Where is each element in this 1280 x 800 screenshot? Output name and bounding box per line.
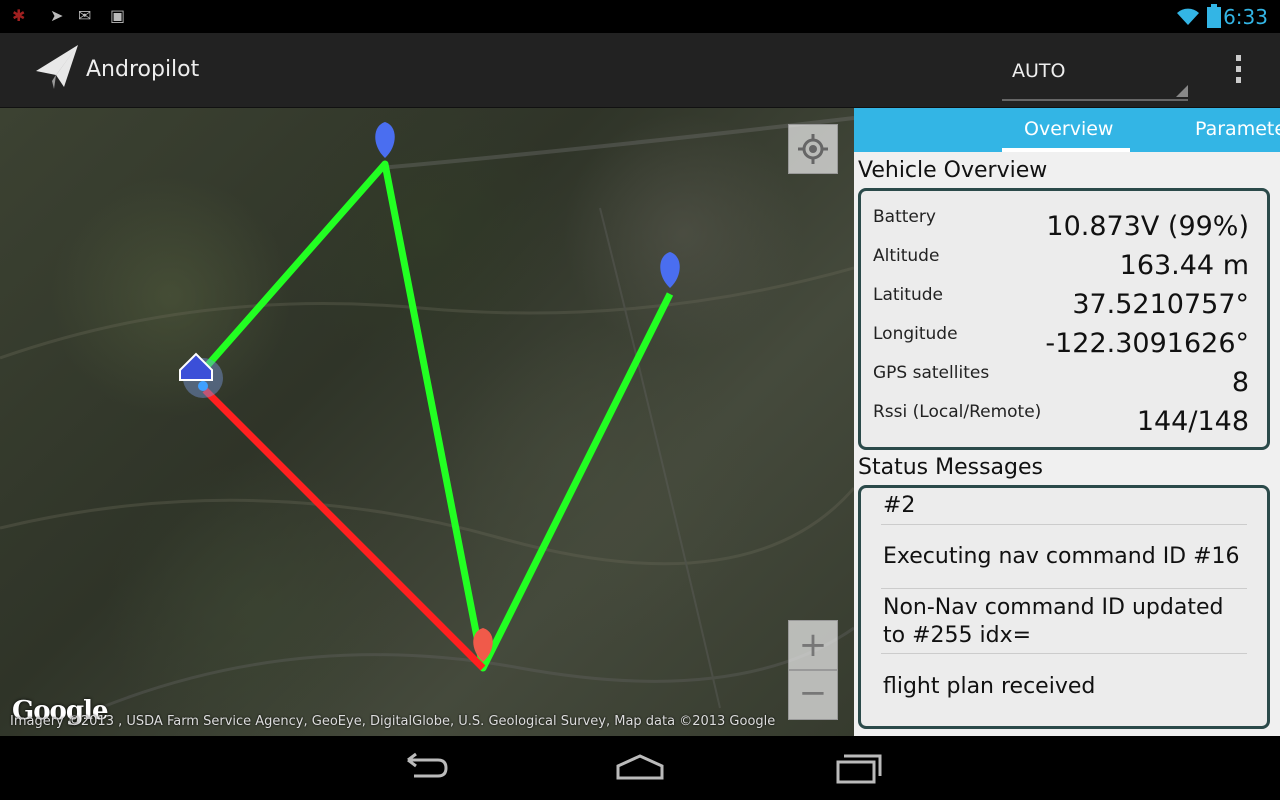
status-messages-list[interactable]: #2 Executing nav command ID #16 Non-Nav … [858,485,1270,729]
overview-row-altitude: Altitude 163.44 m [873,246,1249,285]
store-bag-icon: ▣ [110,6,126,25]
zoom-in-button[interactable]: + [788,620,838,670]
gmail-icon: ✉ [78,6,92,25]
waypoint-marker-icon[interactable] [375,122,395,158]
crosshair-icon [798,134,828,164]
paper-plane-logo-icon[interactable] [34,43,80,93]
overview-label: Longitude [873,324,958,344]
clock: 6:33 [1223,5,1268,29]
message-divider [881,524,1247,525]
overview-label: Rssi (Local/Remote) [873,402,1042,422]
tab-bar: Overview Parameters [854,108,1280,152]
status-message: Non-Nav command ID updated to #255 idx= [883,595,1224,648]
bug-icon: ✱ [12,6,26,25]
current-leg-red [202,387,486,671]
overview-value: -122.3091626° [1045,328,1249,359]
status-message: flight plan received [883,674,1096,699]
overview-value: 10.873V (99%) [1046,211,1249,242]
status-message: #2 [883,493,916,518]
overview-value: 37.5210757° [1072,289,1249,320]
map-terrain-texture [0,116,854,710]
app-title: Andropilot [86,57,200,82]
message-divider [881,588,1247,589]
message-divider [881,653,1247,654]
overview-value: 163.44 m [1119,250,1249,281]
overview-label: GPS satellites [873,363,990,383]
send-icon: ➤ [50,6,64,25]
spinner-arrow-icon [1176,85,1188,97]
map-overlay [0,116,854,710]
map-attribution: Imagery ©2013 , USDA Farm Service Agency… [10,714,776,729]
overview-label: Altitude [873,246,940,266]
overflow-menu-button[interactable] [1230,55,1246,89]
satellite-map[interactable]: + − Google Imagery ©2013 , USDA Farm Ser… [0,108,854,736]
mode-spinner[interactable]: AUTO [1002,51,1188,101]
status-messages-title: Status Messages [858,455,1043,480]
recent-apps-icon[interactable] [828,750,888,786]
my-location-button[interactable] [788,124,838,174]
battery-icon [1207,4,1221,28]
overview-row-battery: Battery 10.873V (99%) [873,207,1249,246]
tab-overview[interactable]: Overview [1024,118,1113,140]
tab-parameters[interactable]: Parameters [1195,118,1280,140]
overview-row-gps-satellites: GPS satellites 8 [873,363,1249,402]
overview-row-longitude: Longitude -122.3091626° [873,324,1249,363]
navigation-bar [0,736,1280,800]
overview-row-latitude: Latitude 37.5210757° [873,285,1249,324]
overview-value: 8 [1231,367,1249,398]
home-icon[interactable] [610,750,670,786]
overview-label: Battery [873,207,936,227]
overview-value: 144/148 [1136,406,1249,437]
waypoint-marker-icon[interactable] [660,252,680,288]
zoom-out-button[interactable]: − [788,670,838,720]
mission-route-green [204,160,674,672]
overview-row-rssi: Rssi (Local/Remote) 144/148 [873,402,1249,441]
overview-label: Latitude [873,285,943,305]
back-icon[interactable] [394,750,454,786]
info-panel: Overview Parameters Vehicle Overview Bat… [854,108,1280,736]
tab-indicator [1002,148,1130,152]
wifi-icon [1177,8,1199,25]
status-message: Executing nav command ID #16 [883,544,1240,569]
action-bar: Andropilot AUTO [0,33,1280,108]
home-marker-icon[interactable] [179,352,223,398]
status-bar: ✱ ➤ ✉ ▣ 6:33 [0,0,1280,33]
vehicle-overview-title: Vehicle Overview [858,158,1048,183]
mode-label: AUTO [1012,60,1066,82]
vehicle-overview-box: Battery 10.873V (99%) Altitude 163.44 m … [858,188,1270,450]
